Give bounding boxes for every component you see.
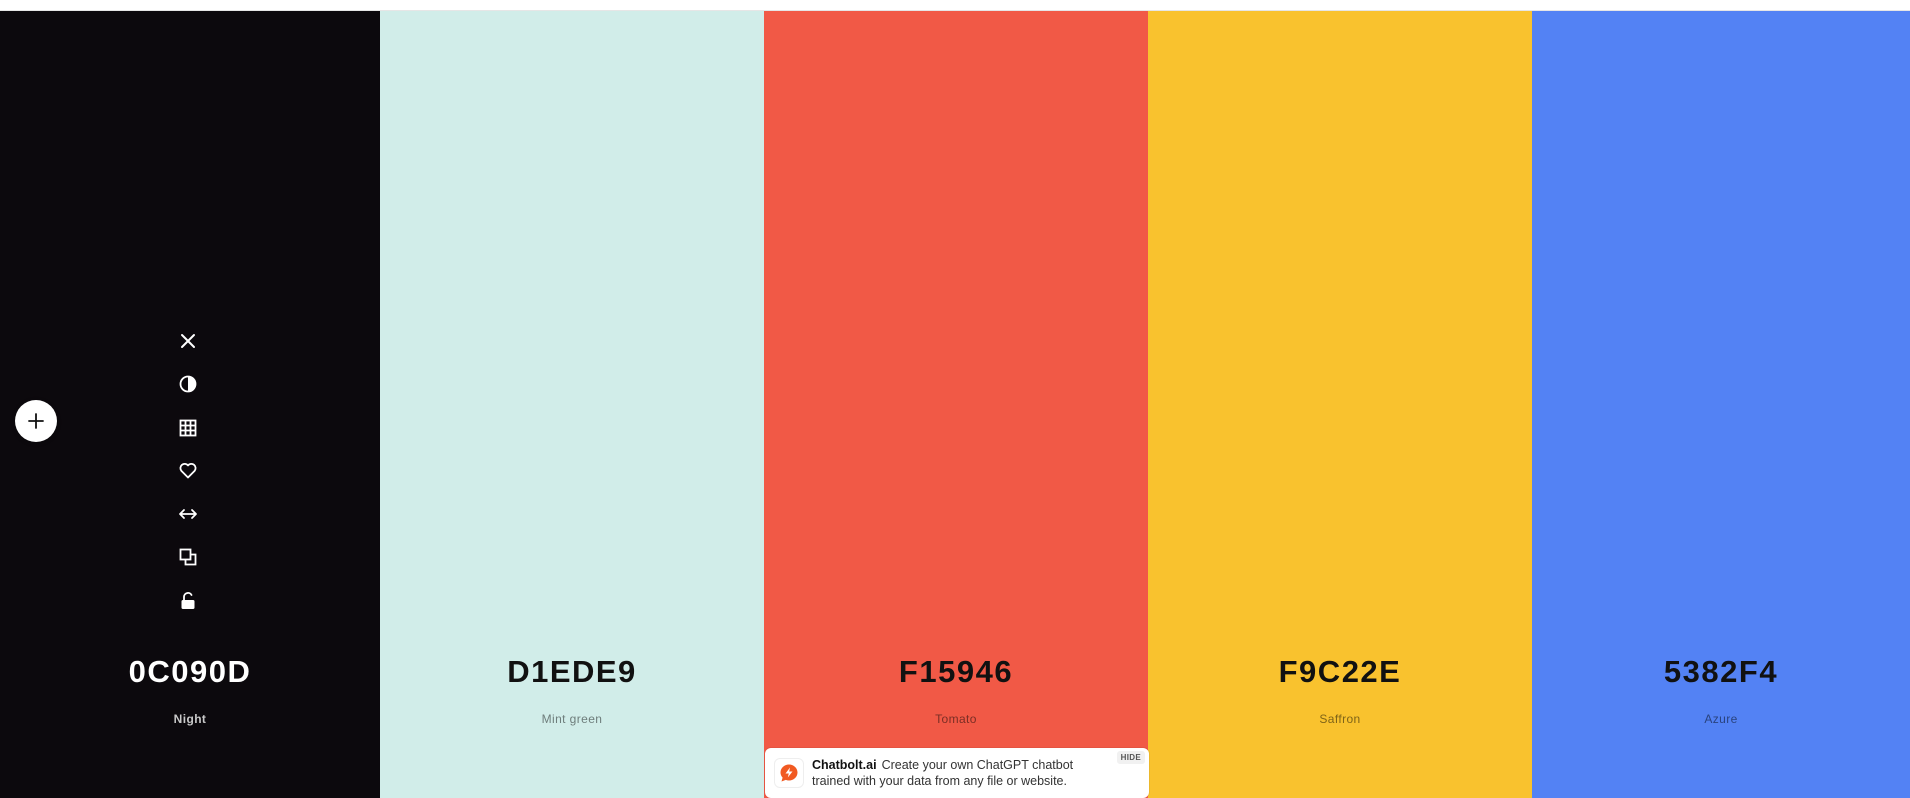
hex-code[interactable]: 0C090D [0, 652, 380, 692]
copy-icon [179, 549, 197, 566]
contrast-icon [179, 375, 197, 393]
hex-code[interactable]: F9C22E [1148, 652, 1532, 692]
drag-arrows-icon [179, 509, 197, 520]
ad-brand: Chatbolt.ai [812, 758, 877, 772]
top-border [0, 0, 1910, 11]
hex-code[interactable]: 5382F4 [1532, 652, 1910, 692]
lock-button[interactable] [172, 585, 204, 617]
color-name: Saffron [1319, 712, 1361, 726]
color-name: Azure [1704, 712, 1738, 726]
color-swatch-2[interactable]: D1EDE9 Mint green [380, 11, 764, 798]
sponsored-ad[interactable]: Chatbolt.ai Create your own ChatGPT chatb… [765, 748, 1149, 798]
color-name: Tomato [935, 712, 977, 726]
drag-button[interactable] [172, 498, 204, 530]
view-shades-grid-button[interactable] [172, 412, 204, 444]
chatbolt-logo-icon [780, 764, 798, 782]
swatch-toolbar [172, 325, 204, 628]
color-swatch-5[interactable]: 5382F4 Azure [1532, 11, 1910, 798]
grid-icon [179, 419, 197, 436]
ad-logo [774, 758, 804, 788]
hide-ad-button[interactable]: HIDE [1116, 751, 1145, 764]
hex-code[interactable]: D1EDE9 [380, 652, 764, 692]
remove-color-button[interactable] [172, 325, 204, 357]
color-swatch-4[interactable]: F9C22E Saffron [1148, 11, 1532, 798]
color-name: Mint green [541, 712, 603, 726]
color-swatch-3[interactable]: F15946 Tomato [764, 11, 1148, 798]
add-color-button[interactable] [15, 400, 57, 442]
favorite-button[interactable] [172, 455, 204, 487]
hex-code[interactable]: F15946 [764, 652, 1148, 692]
palette: 0C090D Night D1EDE9 Mint green F15946 To… [0, 11, 1910, 798]
ad-text: Chatbolt.ai Create your own ChatGPT chatb… [812, 757, 1112, 789]
close-icon [181, 334, 195, 348]
heart-icon [179, 463, 197, 479]
plus-icon [28, 413, 44, 429]
shades-button[interactable] [172, 368, 204, 400]
color-swatch-1[interactable]: 0C090D Night [0, 11, 380, 798]
copy-button[interactable] [172, 541, 204, 573]
unlock-icon [181, 591, 195, 609]
color-name: Night [173, 712, 207, 726]
